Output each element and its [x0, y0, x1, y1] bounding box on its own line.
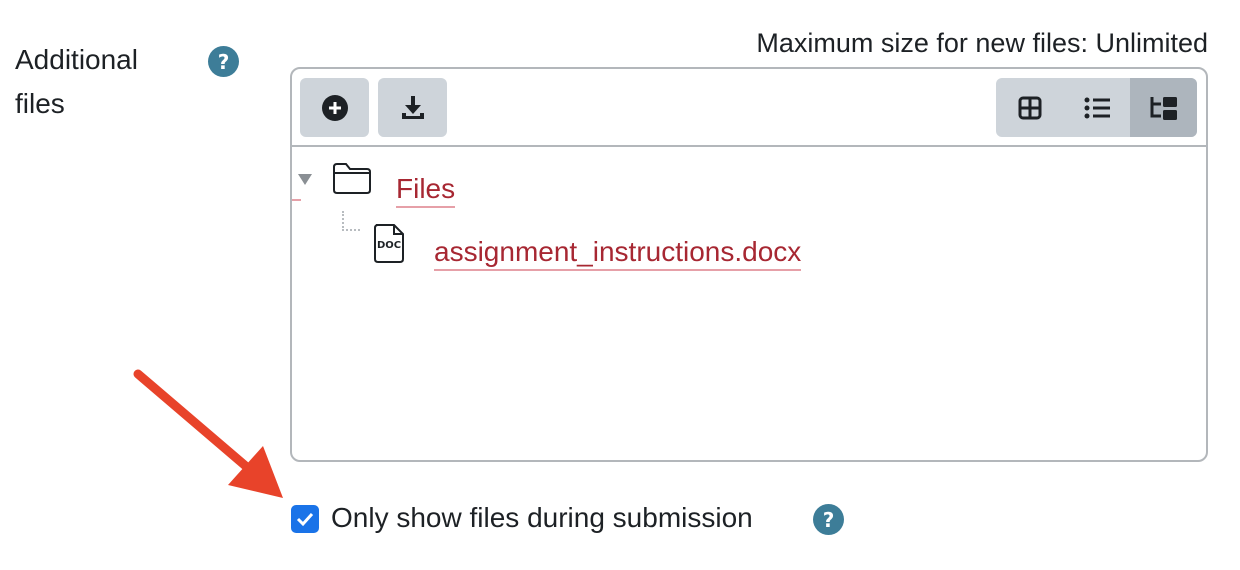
list-view-icon [1084, 97, 1110, 118]
doc-file-icon: DOC [372, 223, 406, 270]
file-link-assignment-instructions[interactable]: assignment_instructions.docx [434, 235, 802, 271]
collapse-triangle-icon[interactable] [298, 174, 312, 185]
help-icon[interactable]: ? [813, 504, 844, 535]
focus-marker [292, 199, 301, 201]
only-show-files-checkbox[interactable] [291, 505, 319, 533]
view-switcher [996, 78, 1197, 137]
tree-view-button[interactable] [1130, 78, 1197, 137]
checkmark-icon [296, 512, 314, 527]
download-all-button[interactable] [378, 78, 447, 137]
grid-view-button[interactable] [996, 78, 1063, 137]
doc-badge: DOC [377, 240, 402, 251]
folder-link-files[interactable]: Files [396, 172, 456, 208]
download-icon [401, 95, 424, 119]
folder-icon [333, 163, 371, 194]
add-file-button[interactable] [300, 78, 369, 137]
list-view-button[interactable] [1063, 78, 1130, 137]
file-tree: Files DOC assignment_instructions.docx [292, 147, 1206, 459]
field-label: Additional files [15, 44, 138, 119]
grid-view-icon [1018, 96, 1041, 119]
max-size-text: Maximum size for new files: Unlimited [756, 28, 1208, 58]
help-icon[interactable]: ? [208, 46, 239, 77]
file-manager: Files DOC assignment_instructions.docx [290, 67, 1208, 462]
only-show-files-label[interactable]: Only show files during submission [331, 500, 753, 536]
tree-view-icon [1150, 96, 1177, 120]
tree-connector [342, 211, 360, 231]
plus-circle-icon [321, 94, 348, 121]
file-manager-toolbar [292, 69, 1206, 147]
